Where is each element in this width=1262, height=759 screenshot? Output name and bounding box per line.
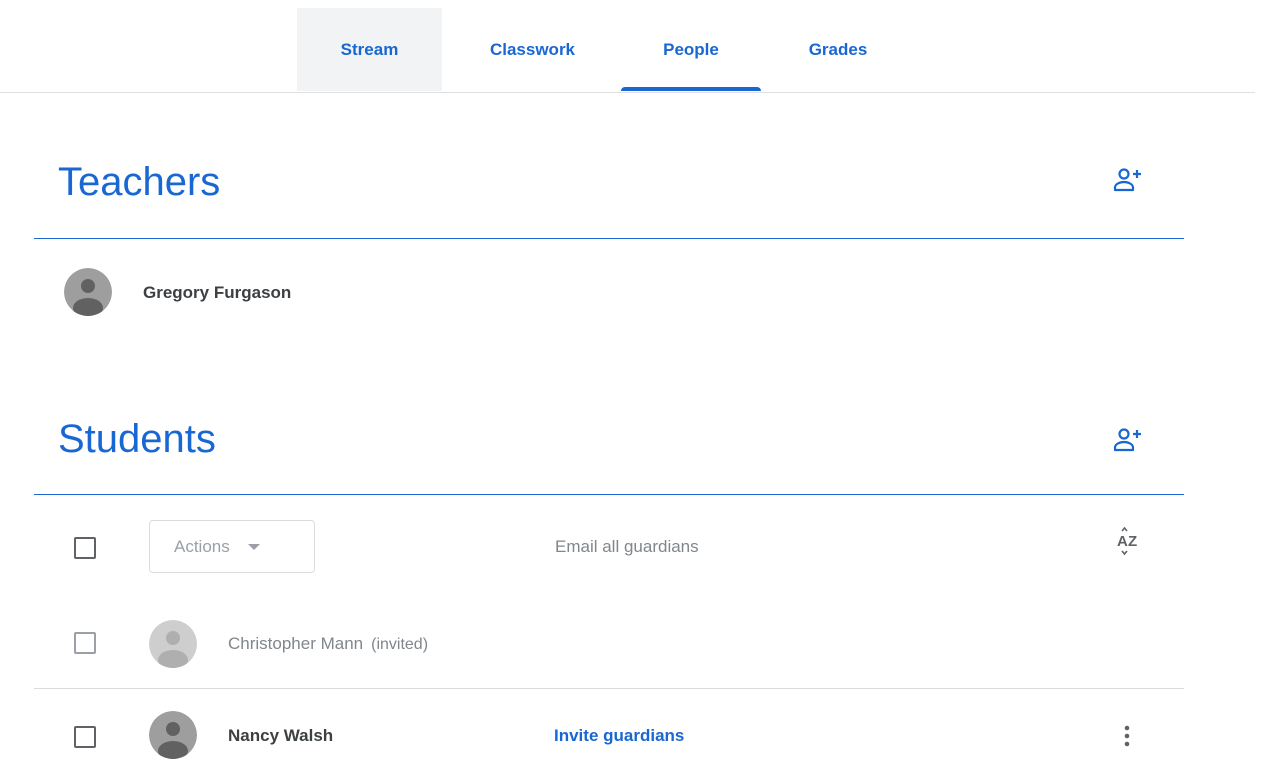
svg-text:A: A <box>1117 533 1128 550</box>
tab-people[interactable]: People <box>621 8 761 91</box>
tab-stream[interactable]: Stream <box>297 8 442 91</box>
svg-text:Z: Z <box>1128 533 1137 550</box>
person-add-icon[interactable] <box>1110 162 1146 198</box>
teachers-heading: Teachers <box>58 160 221 204</box>
select-all-checkbox[interactable] <box>74 537 96 559</box>
invited-status: (invited) <box>371 636 429 653</box>
actions-dropdown[interactable]: Actions <box>149 520 315 573</box>
students-heading: Students <box>58 417 216 461</box>
invite-guardians-link[interactable]: Invite guardians <box>554 726 684 746</box>
chevron-down-icon <box>247 543 260 550</box>
person-add-icon[interactable] <box>1110 422 1146 458</box>
tab-classwork[interactable]: Classwork <box>460 8 605 91</box>
sort-az-icon[interactable]: A Z <box>1110 525 1146 561</box>
student-name: Christopher Mann (invited) <box>228 634 428 654</box>
student-name-text: Christopher Mann <box>228 634 364 653</box>
tab-people-label: People <box>663 39 719 59</box>
teachers-divider <box>34 238 1184 239</box>
avatar <box>149 620 197 668</box>
active-tab-indicator <box>621 87 761 91</box>
teacher-name: Gregory Furgason <box>143 283 292 302</box>
avatar <box>64 268 112 316</box>
tab-classwork-label: Classwork <box>489 39 576 59</box>
student-checkbox[interactable] <box>74 632 96 654</box>
student-checkbox[interactable] <box>74 726 96 748</box>
tab-grades-label: Grades <box>808 39 868 59</box>
actions-label: Actions <box>174 536 230 556</box>
email-all-guardians-link[interactable]: Email all guardians <box>555 537 699 557</box>
row-divider <box>34 688 1184 689</box>
tab-grades[interactable]: Grades <box>768 8 908 91</box>
students-divider <box>34 494 1184 495</box>
avatar <box>149 711 197 759</box>
tab-bar: Stream Classwork People Grades <box>0 0 1255 93</box>
student-name: Nancy Walsh <box>228 726 334 745</box>
tab-stream-label: Stream <box>340 39 399 59</box>
more-vert-icon[interactable] <box>1112 718 1142 754</box>
